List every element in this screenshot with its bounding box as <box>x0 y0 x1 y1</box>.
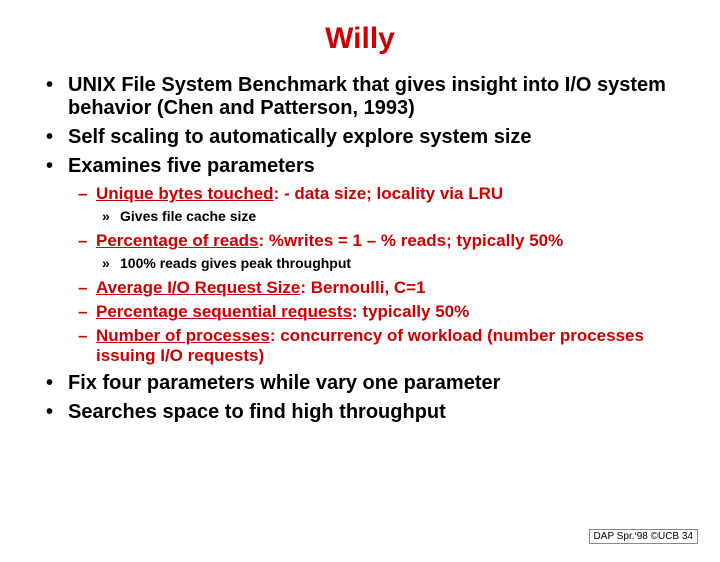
param-item: Number of processes: concurrency of work… <box>96 326 690 366</box>
bullet-item: Fix four parameters while vary one param… <box>68 372 720 395</box>
param-rest: : typically 50% <box>352 302 469 321</box>
param-item: Unique bytes touched: - data size; local… <box>96 184 690 225</box>
param-sub-item: Gives file cache size <box>120 208 690 225</box>
param-label: Number of processes <box>96 326 270 345</box>
bullet-item: UNIX File System Benchmark that gives in… <box>68 74 720 120</box>
param-rest: : - data size; locality via LRU <box>274 184 504 203</box>
param-rest: : %writes = 1 – % reads; typically 50% <box>259 231 564 250</box>
param-sublist: 100% reads gives peak throughput <box>96 255 690 272</box>
slide-title: Willy <box>0 22 720 56</box>
bullet-item: Searches space to find high throughput <box>68 401 720 424</box>
param-label: Average I/O Request Size <box>96 278 300 297</box>
param-label: Percentage of reads <box>96 231 259 250</box>
param-sub-item: 100% reads gives peak throughput <box>120 255 690 272</box>
param-rest: : Bernoulli, C=1 <box>300 278 425 297</box>
bullet-text: Examines five parameters <box>68 155 315 177</box>
param-item: Percentage sequential requests: typicall… <box>96 302 690 322</box>
bullet-item: Examines five parameters Unique bytes to… <box>68 155 720 366</box>
param-sublist: Gives file cache size <box>96 208 690 225</box>
param-list: Unique bytes touched: - data size; local… <box>68 184 690 366</box>
param-item: Percentage of reads: %writes = 1 – % rea… <box>96 231 690 272</box>
param-label: Percentage sequential requests <box>96 302 352 321</box>
param-item: Average I/O Request Size: Bernoulli, C=1 <box>96 278 690 298</box>
param-label: Unique bytes touched <box>96 184 274 203</box>
slide-footer: DAP Spr.‘98 ©UCB 34 <box>589 529 698 544</box>
bullet-item: Self scaling to automatically explore sy… <box>68 126 720 149</box>
main-list: UNIX File System Benchmark that gives in… <box>0 74 720 424</box>
